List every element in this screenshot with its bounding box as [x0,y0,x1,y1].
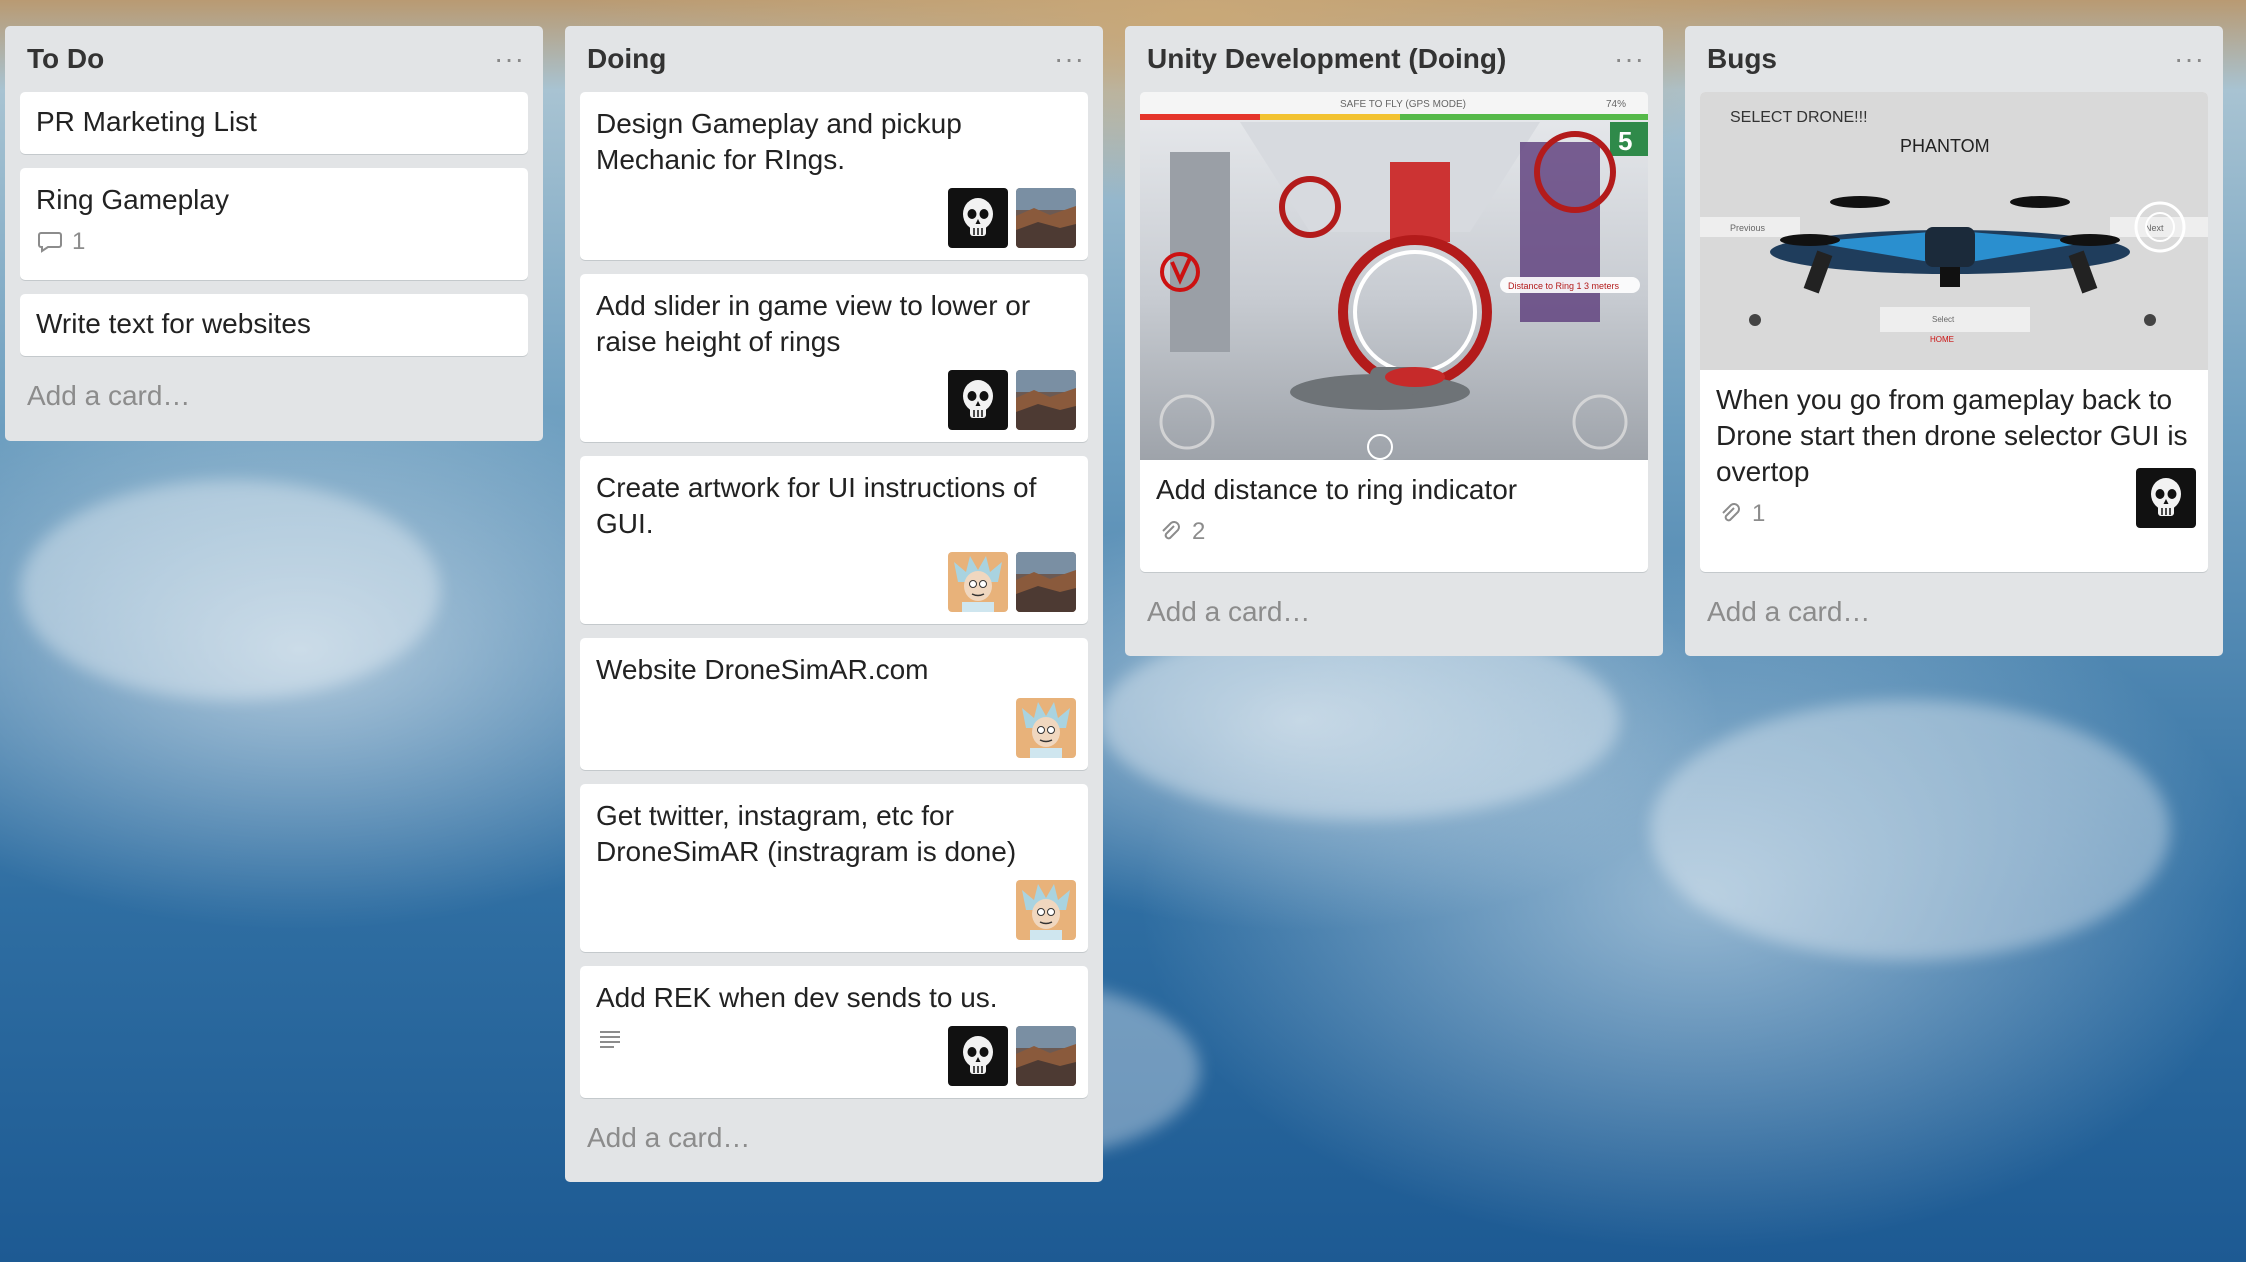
add-card-button[interactable]: Add a card… [1685,586,2223,650]
cover-home-label: HOME [1930,335,1954,344]
skull-avatar[interactable] [948,188,1008,248]
add-card-button[interactable]: Add a card… [1125,586,1663,650]
list-menu-icon[interactable]: ··· [494,43,525,75]
card-write-text-websites[interactable]: Write text for websites [20,294,528,356]
list-menu-icon[interactable]: ··· [1054,43,1085,75]
hud-battery-text: 74% [1606,99,1626,110]
card-title: Website DroneSimAR.com [596,654,929,685]
card-members [948,552,1076,612]
list-title: Bugs [1707,43,1777,74]
list-doing: Doing ··· Design Gameplay and pickup Mec… [565,26,1103,1182]
card-title: Design Gameplay and pickup Mechanic for … [596,108,962,175]
list-menu-icon[interactable]: ··· [1614,43,1645,75]
card-website-dronesimar[interactable]: Website DroneSimAR.com [580,638,1088,770]
card-title: Add REK when dev sends to us. [596,982,998,1013]
landscape-avatar[interactable] [1016,1026,1076,1086]
skull-avatar[interactable] [2136,468,2196,528]
skull-avatar[interactable] [948,1026,1008,1086]
list-menu-icon[interactable]: ··· [2174,43,2205,75]
list-header: Unity Development (Doing) ··· [1125,26,1663,92]
hud-status-text: SAFE TO FLY (GPS MODE) [1340,99,1466,110]
add-card-button[interactable]: Add a card… [5,370,543,434]
attachment-count: 2 [1192,518,1206,545]
cover-prev-label: Previous [1730,223,1766,233]
card-distance-indicator[interactable]: SAFE TO FLY (GPS MODE) 74% 5 Distance to… [1140,92,1648,572]
card-body: Add distance to ring indicator 2 [1140,460,1648,560]
card-cover-image: SAFE TO FLY (GPS MODE) 74% 5 Distance to… [1140,92,1648,460]
card-title: Add distance to ring indicator [1156,474,1518,505]
list-unity-development: Unity Development (Doing) ··· SAFE TO FL… [1125,26,1663,656]
landscape-avatar[interactable] [1016,188,1076,248]
card-badges: 1 [1716,500,2192,528]
list-bugs: Bugs ··· SELECT DRONE!!! PHANTOM Previou… [1685,26,2223,656]
list-title: Unity Development (Doing) [1147,43,1507,74]
attachment-icon [1716,500,1744,528]
cover-next-label: Next [2145,223,2164,233]
skull-avatar[interactable] [948,370,1008,430]
card-get-twitter[interactable]: Get twitter, instagram, etc for DroneSim… [580,784,1088,952]
cover-drone-name: PHANTOM [1900,136,1990,156]
card-title: Create artwork for UI instructions of GU… [596,472,1037,539]
add-card-button[interactable]: Add a card… [565,1112,1103,1176]
list-header: To Do ··· [5,26,543,92]
card-members [948,188,1076,248]
list-title: Doing [587,43,667,74]
card-title: Ring Gameplay [36,184,229,215]
attachment-count: 1 [1752,500,1766,527]
card-members [2136,468,2196,528]
card-ring-gameplay[interactable]: Ring Gameplay 1 [20,168,528,280]
card-create-artwork[interactable]: Create artwork for UI instructions of GU… [580,456,1088,624]
card-members [948,370,1076,430]
card-add-rek[interactable]: Add REK when dev sends to us. [580,966,1088,1098]
comment-count: 1 [72,228,86,255]
attachment-icon [1156,518,1184,546]
cover-select-label: Select [1932,315,1955,324]
comment-icon [36,228,64,256]
card-design-gameplay[interactable]: Design Gameplay and pickup Mechanic for … [580,92,1088,260]
hud-counter: 5 [1618,126,1632,156]
list-header: Doing ··· [565,26,1103,92]
card-members [1016,880,1076,940]
list-todo: To Do ··· PR Marketing List Ring Gamepla… [5,26,543,441]
card-members [948,1026,1076,1086]
card-title: When you go from gameplay back to Drone … [1716,384,2188,487]
card-title: Add slider in game view to lower or rais… [596,290,1031,357]
card-title: Get twitter, instagram, etc for DroneSim… [596,800,1017,867]
description-icon [596,1026,624,1054]
board-canvas: To Do ··· PR Marketing List Ring Gamepla… [0,0,2246,1262]
card-badges: 2 [1156,518,1632,546]
card-add-slider[interactable]: Add slider in game view to lower or rais… [580,274,1088,442]
card-title: Write text for websites [36,308,311,339]
card-members [1016,698,1076,758]
rick-avatar[interactable] [1016,698,1076,758]
landscape-avatar[interactable] [1016,552,1076,612]
card-body: When you go from gameplay back to Drone … [1700,370,2208,542]
list-header: Bugs ··· [1685,26,2223,92]
card-cover-image: SELECT DRONE!!! PHANTOM Previous Next Se… [1700,92,2208,370]
card-pr-marketing-list[interactable]: PR Marketing List [20,92,528,154]
card-title: PR Marketing List [36,106,257,137]
card-drone-selector-bug[interactable]: SELECT DRONE!!! PHANTOM Previous Next Se… [1700,92,2208,572]
rick-avatar[interactable] [948,552,1008,612]
landscape-avatar[interactable] [1016,370,1076,430]
card-badges: 1 [36,228,512,256]
list-title: To Do [27,43,105,74]
hud-distance-label: Distance to Ring 1 3 meters [1508,281,1620,291]
rick-avatar[interactable] [1016,880,1076,940]
cover-heading: SELECT DRONE!!! [1730,109,1868,126]
